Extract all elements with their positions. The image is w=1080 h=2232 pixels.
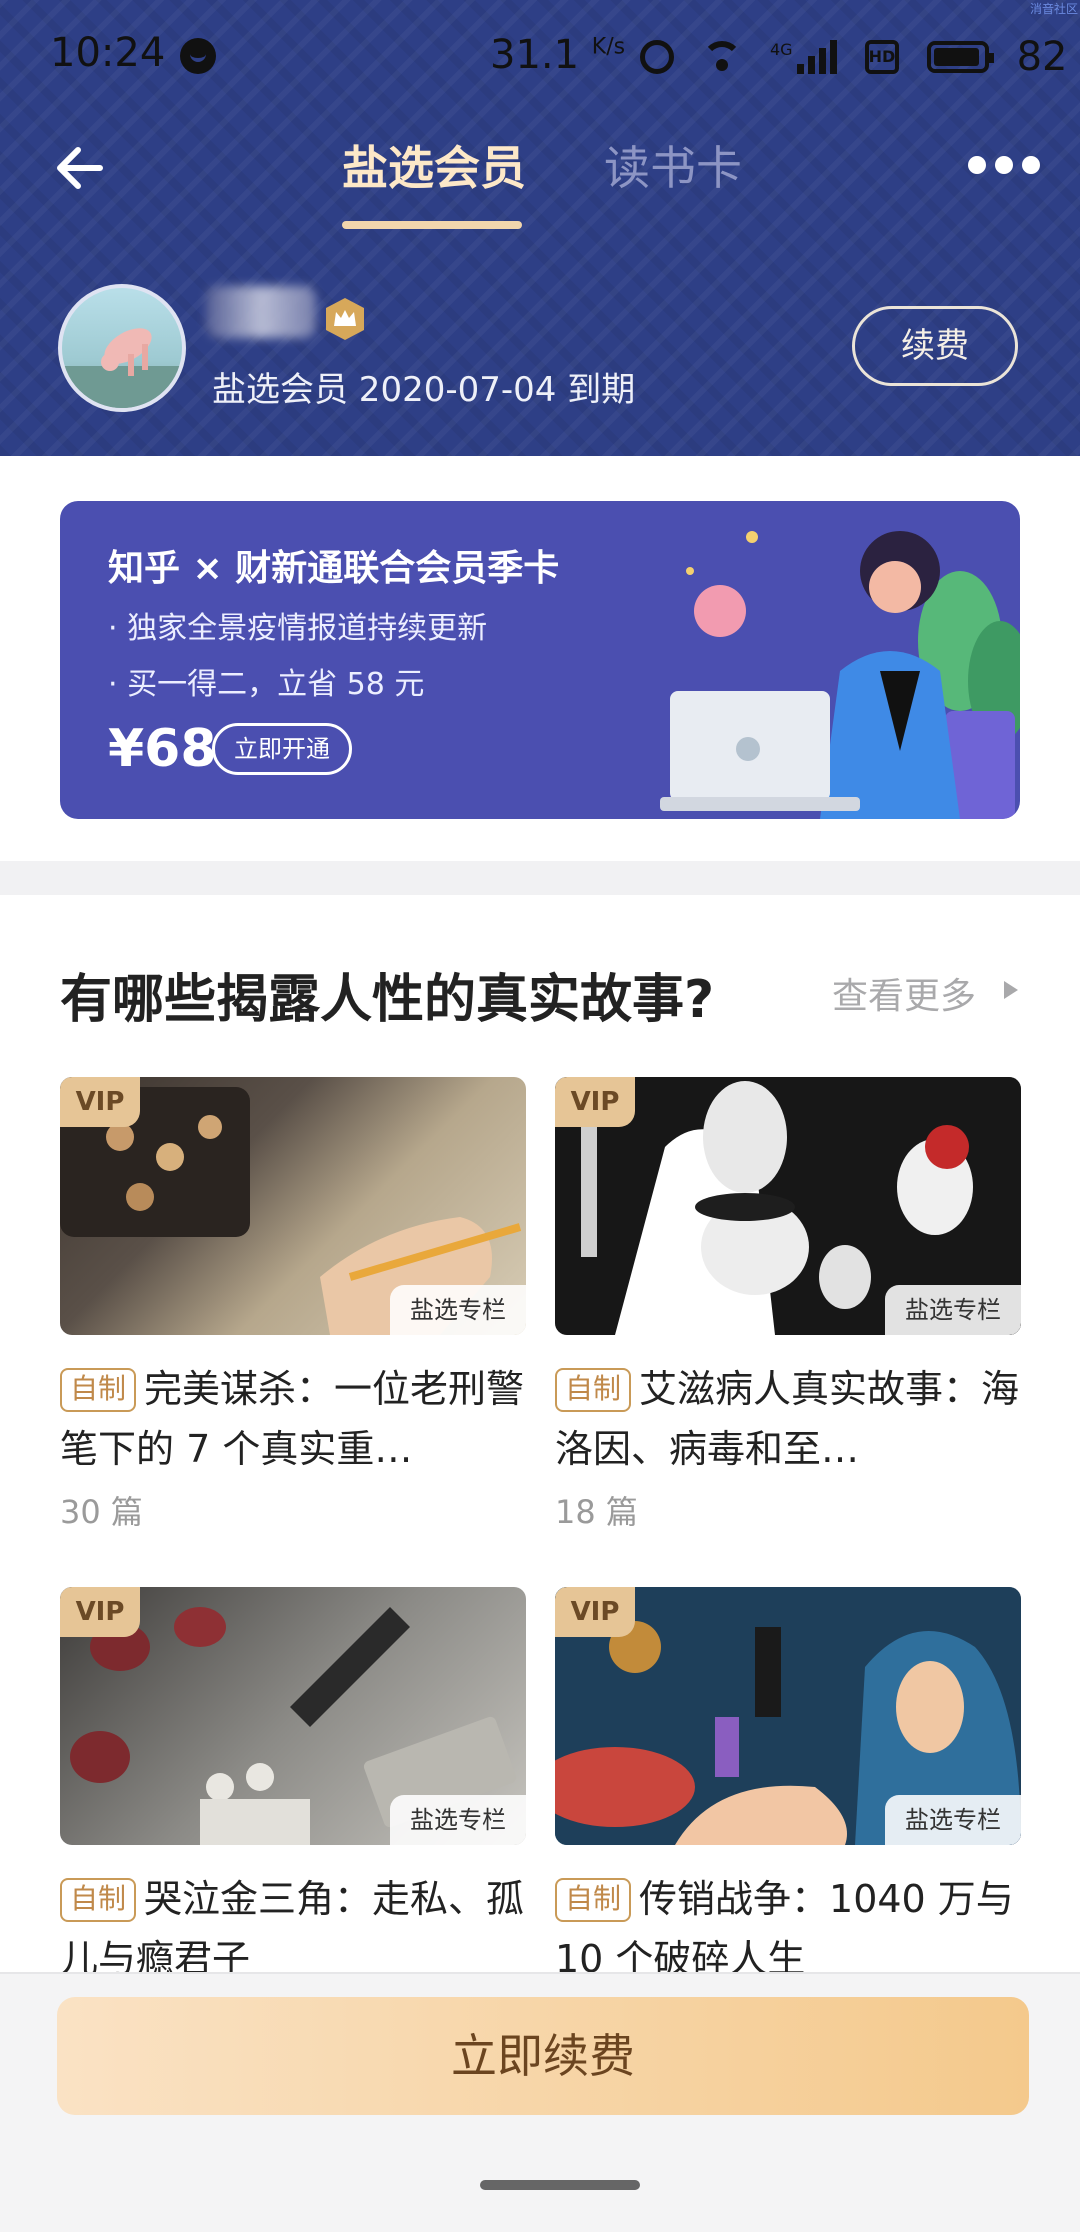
hd-icon: HD [864, 40, 899, 74]
column-tag: 盐选专栏 [885, 1795, 1021, 1845]
card-cover-image: VIP 盐选专栏 [60, 1587, 526, 1845]
header: 10:24 31.1 K/s 4G HD 82 消音社区 盐选会员 读书卡 盐选… [0, 0, 1080, 456]
card-cover-image: VIP 盐选专栏 [60, 1077, 526, 1335]
column-tag: 盐选专栏 [390, 1795, 526, 1845]
status-bar: 10:24 31.1 K/s 4G HD 82 消音社区 [0, 0, 1080, 110]
self-made-tag: 自制 [60, 1878, 137, 1922]
banner-price: ¥68 [108, 719, 217, 779]
top-nav: 盐选会员 读书卡 [0, 110, 1080, 230]
banner-feature-2: · 买一得二，立省 58 元 [108, 667, 425, 702]
page: 10:24 31.1 K/s 4G HD 82 消音社区 盐选会员 读书卡 盐选… [0, 0, 1080, 2232]
column-card[interactable]: VIP 盐选专栏 自制 传销战争：1040 万与 10 个破碎人生 [555, 1587, 1021, 1975]
back-arrow-icon[interactable] [50, 138, 110, 198]
banner-feature-1: · 独家全景疫情报道持续更新 [108, 611, 488, 646]
vip-badge: VIP [555, 1077, 635, 1127]
corner-watermark: 消音社区 [1029, 2, 1078, 16]
tab-reading-card[interactable]: 读书卡 [604, 132, 742, 198]
column-card[interactable]: VIP 盐选专栏 自制 完美谋杀：一位老刑警笔下的 7 个真实重… 30 篇 [60, 1077, 526, 1531]
article-count: 18 篇 [555, 1493, 638, 1531]
crown-badge-icon [326, 298, 364, 340]
card-cover-image: VIP 盐选专栏 [555, 1077, 1021, 1335]
chevron-right-icon[interactable] [1004, 981, 1018, 999]
bottom-action-bar: 立即续费 [0, 1972, 1080, 2232]
wifi-icon [702, 41, 742, 73]
status-time: 10:24 [50, 30, 166, 76]
self-made-tag: 自制 [555, 1368, 632, 1412]
banner-title: 知乎 × 财新通联合会员季卡 [108, 548, 560, 589]
member-profile: 盐选会员 2020-07-04 到期 续费 [0, 280, 1080, 430]
avatar[interactable] [58, 284, 186, 412]
card-title: 自制 哭泣金三角：走私、孤儿与瘾君子 [60, 1869, 526, 1975]
card-title: 自制 完美谋杀：一位老刑警笔下的 7 个真实重… [60, 1359, 526, 1479]
network-speed: 31.1 K/s [490, 32, 625, 78]
network-type: 4G [770, 40, 793, 59]
card-title: 自制 艾滋病人真实故事：海洛因、病毒和至… [555, 1359, 1021, 1479]
banner-illustration [660, 531, 1020, 819]
tab-member[interactable]: 盐选会员 [342, 132, 526, 198]
alarm-icon [640, 40, 674, 74]
renew-button-small[interactable]: 续费 [852, 306, 1018, 386]
active-tab-indicator [342, 221, 522, 229]
section-title: 有哪些揭露人性的真实故事? [60, 970, 715, 1030]
recommendation-section: 有哪些揭露人性的真实故事? 查看更多 VIP 盐选专栏 自制 完美谋杀：一位老刑警… [0, 895, 1080, 1975]
avatar-image [62, 328, 182, 408]
self-made-tag: 自制 [555, 1878, 632, 1922]
promo-banner[interactable]: 知乎 × 财新通联合会员季卡 · 独家全景疫情报道持续更新 · 买一得二，立省 … [60, 501, 1020, 819]
signal-icon: 4G [770, 40, 837, 74]
battery-level: 82 [1016, 34, 1068, 80]
renew-now-button[interactable]: 立即续费 [57, 1997, 1029, 2115]
column-tag: 盐选专栏 [885, 1285, 1021, 1335]
more-options-icon[interactable] [968, 156, 1040, 174]
network-speed-value: 31.1 [490, 32, 580, 78]
home-indicator[interactable] [480, 2180, 640, 2190]
column-card[interactable]: VIP 盐选专栏 自制 艾滋病人真实故事：海洛因、病毒和至… 18 篇 [555, 1077, 1021, 1531]
banner-open-button[interactable]: 立即开通 [212, 723, 352, 775]
article-count: 30 篇 [60, 1493, 143, 1531]
username-blurred [206, 286, 316, 338]
notification-icon [180, 38, 216, 74]
column-tag: 盐选专栏 [390, 1285, 526, 1335]
see-more-link[interactable]: 查看更多 [832, 967, 976, 1019]
vip-badge: VIP [555, 1587, 635, 1637]
vip-badge: VIP [60, 1077, 140, 1127]
self-made-tag: 自制 [60, 1368, 137, 1412]
section-divider [0, 861, 1080, 895]
membership-expiry: 盐选会员 2020-07-04 到期 [212, 370, 636, 410]
card-cover-image: VIP 盐选专栏 [555, 1587, 1021, 1845]
battery-icon [926, 41, 994, 73]
vip-badge: VIP [60, 1587, 140, 1637]
card-title: 自制 传销战争：1040 万与 10 个破碎人生 [555, 1869, 1021, 1975]
column-card[interactable]: VIP 盐选专栏 自制 哭泣金三角：走私、孤儿与瘾君子 [60, 1587, 526, 1975]
status-icons: 4G HD 82 [640, 34, 1067, 80]
network-speed-unit: K/s [591, 34, 626, 60]
